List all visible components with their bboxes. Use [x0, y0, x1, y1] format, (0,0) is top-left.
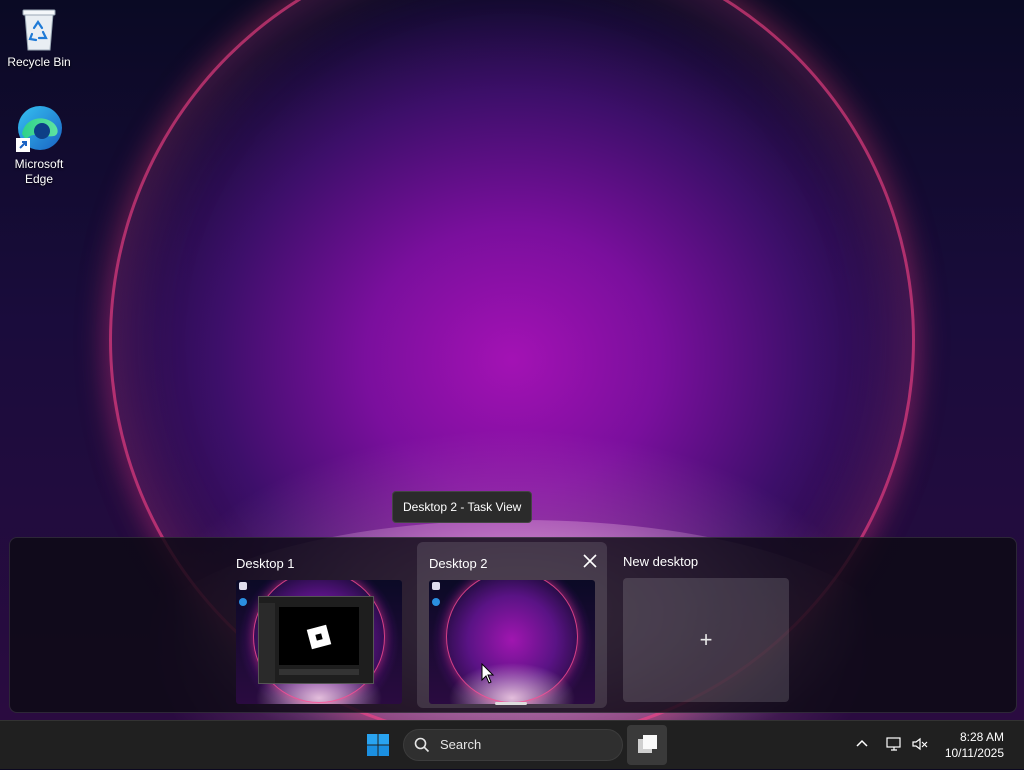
new-desktop-title: New desktop [623, 554, 699, 569]
volume-muted-icon[interactable] [911, 735, 929, 753]
desktop-card-2[interactable]: Desktop 2 [417, 542, 607, 708]
drag-handle[interactable] [495, 702, 527, 705]
new-desktop-card[interactable]: New desktop + [611, 542, 801, 708]
mini-recycle-bin-icon [239, 582, 247, 590]
desktop-card-title: Desktop 2 [429, 556, 488, 571]
recycle-bin-icon [22, 9, 56, 51]
task-view-icon [638, 735, 657, 753]
mini-edge-icon [239, 598, 247, 606]
task-view-button[interactable] [627, 725, 667, 765]
roblox-logo-icon [306, 624, 332, 650]
mouse-cursor-icon [481, 663, 495, 684]
edge-icon [16, 106, 62, 152]
mini-window-content [279, 607, 359, 665]
desktop-icon-edge[interactable]: Microsoft Edge [1, 104, 77, 187]
desktop-icon-label: Microsoft Edge [14, 157, 64, 186]
desktop-icon-recycle-bin[interactable]: Recycle Bin [1, 6, 77, 70]
plus-icon: + [699, 627, 713, 652]
start-button[interactable] [358, 725, 398, 765]
network-icon[interactable] [885, 735, 903, 753]
mini-edge-icon [432, 598, 440, 606]
desktop-icon-label: Recycle Bin [7, 55, 71, 69]
clock-time: 8:28 AM [959, 730, 1004, 744]
new-desktop-button[interactable]: + [623, 578, 789, 702]
desktop-1-thumbnail[interactable] [236, 580, 402, 704]
windows-start-icon [367, 734, 389, 756]
system-clock[interactable]: 8:28 AM 10/11/2025 [945, 729, 1004, 761]
mini-window-bar [279, 669, 359, 675]
close-icon[interactable] [579, 550, 601, 572]
task-view-tooltip: Desktop 2 - Task View [392, 491, 533, 523]
desktop-2-thumbnail[interactable] [429, 580, 595, 704]
search-label: Search [440, 737, 482, 752]
chevron-up-icon[interactable] [853, 735, 871, 753]
taskbar: Search 8:28 AM 10/11/2025 [0, 720, 1024, 769]
desktop-card-1[interactable]: Desktop 1 [224, 542, 414, 708]
search-icon [414, 737, 430, 753]
mini-recycle-bin-icon [432, 582, 440, 590]
taskbar-search[interactable]: Search [403, 729, 623, 761]
desktop-card-title: Desktop 1 [236, 556, 295, 571]
task-view-panel: Desktop 1 Desktop 2 New desktop + [9, 537, 1017, 713]
mini-window-sidebar [259, 603, 275, 683]
mini-app-window [258, 596, 374, 684]
clock-date: 10/11/2025 [944, 746, 1004, 760]
